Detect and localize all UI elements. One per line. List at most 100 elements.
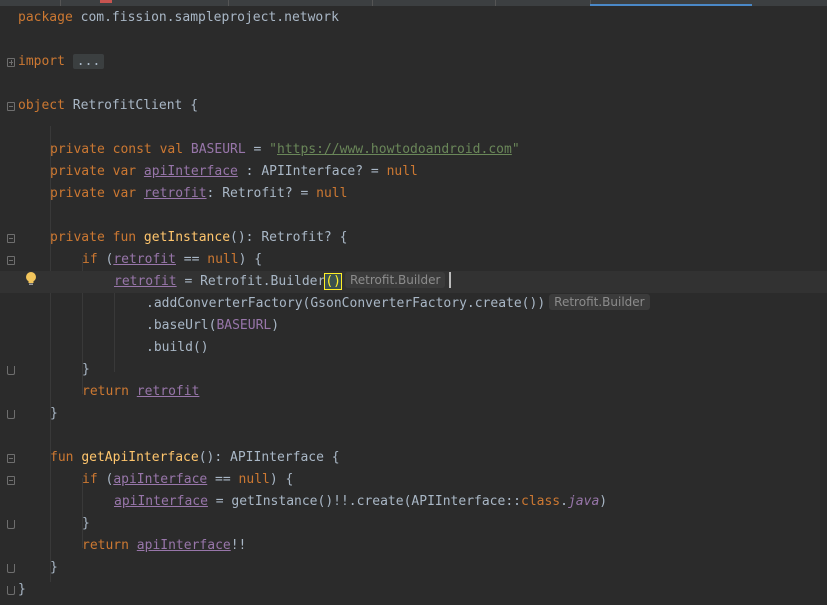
property-name: apiInterface [136, 538, 231, 553]
code-line-add-converter[interactable]: .addConverterFactory(GsonConverterFactor… [146, 293, 650, 315]
code-text: ( [97, 472, 114, 487]
keyword: null [386, 164, 418, 179]
property-name: apiInterface [113, 472, 208, 487]
code-line-close-brace[interactable]: } [18, 579, 26, 601]
code-line-close-brace[interactable]: } [50, 557, 58, 579]
url-link[interactable]: https://www.howtodoandroid.com [277, 142, 512, 157]
property-name: apiInterface [143, 164, 238, 179]
indent-guide [114, 280, 115, 372]
code-line-object[interactable]: object RetrofitClient { [18, 95, 198, 117]
tab-separator [495, 0, 496, 6]
code-text: .baseUrl( [146, 318, 217, 333]
code-text: .build() [146, 340, 209, 355]
code-line-baseurl[interactable]: private const val BASEURL = "https://www… [50, 139, 520, 161]
folded-imports[interactable]: ... [72, 54, 105, 69]
fold-end-icon[interactable] [7, 564, 15, 573]
fold-collapse-icon[interactable] [7, 454, 15, 463]
code-line-if-retrofit[interactable]: if (retrofit == null) { [82, 249, 262, 271]
function-name: getInstance [143, 230, 231, 245]
code-text: (): Retrofit? { [230, 230, 348, 245]
constant-name: BASEURL [216, 318, 272, 333]
code-text: ) [599, 494, 608, 509]
code-line-if-apiinterface[interactable]: if (apiInterface == null) { [82, 469, 293, 491]
fold-expand-icon[interactable] [7, 58, 15, 67]
code-editor[interactable]: package com.fission.sampleproject.networ… [0, 0, 827, 605]
code-line-retrofit-decl[interactable]: private var retrofit: Retrofit? = null [50, 183, 347, 205]
code-text: == [175, 252, 208, 267]
keyword: import [18, 54, 65, 69]
type-hint: Retrofit.Builder [549, 294, 650, 310]
keyword: null [238, 472, 270, 487]
editor-gutter[interactable] [0, 6, 18, 605]
code-text: ) { [269, 472, 294, 487]
keyword: fun [50, 450, 74, 465]
code-line-baseurl-call[interactable]: .baseUrl(BASEURL) [146, 315, 279, 337]
code-line-close-brace[interactable]: } [50, 403, 58, 425]
code-text: ) { [238, 252, 263, 267]
code-text: } [82, 516, 90, 531]
property-name: retrofit [114, 274, 177, 289]
keyword: class [521, 494, 561, 509]
code-line-apiinterface-assign[interactable]: apiInterface = getInstance()!!.create(AP… [114, 491, 607, 513]
keyword: private var [50, 186, 137, 201]
tab-file-icon [100, 0, 112, 3]
matched-parentheses: () [324, 273, 342, 290]
fold-collapse-icon[interactable] [7, 102, 15, 111]
code-text: } [50, 560, 58, 575]
code-text: .addConverterFactory(GsonConverterFactor… [146, 296, 546, 311]
java-property: java [567, 494, 600, 509]
fold-end-icon[interactable] [7, 520, 15, 529]
property-name: apiInterface [114, 494, 208, 509]
string-quote: " [269, 142, 277, 157]
code-text: : Retrofit? = [206, 186, 317, 201]
text-caret [449, 272, 452, 288]
fold-end-icon[interactable] [7, 410, 15, 419]
code-line-close-brace[interactable]: } [82, 513, 90, 535]
editor-tab-strip[interactable] [0, 0, 827, 6]
code-text: ) [271, 318, 280, 333]
code-text: (): APIInterface { [198, 450, 340, 465]
code-text: !! [230, 538, 247, 553]
property-name: retrofit [143, 186, 207, 201]
fold-collapse-icon[interactable] [7, 476, 15, 485]
code-line-package[interactable]: package com.fission.sampleproject.networ… [18, 7, 339, 29]
code-text: = [245, 142, 270, 157]
code-line-close-brace[interactable]: } [82, 359, 90, 381]
type-hint: Retrofit.Builder [345, 272, 446, 288]
string-quote: " [511, 142, 520, 157]
active-tab-indicator [590, 4, 752, 6]
fold-end-icon[interactable] [7, 366, 15, 375]
code-text: : APIInterface? = [237, 164, 387, 179]
code-line-return-retrofit[interactable]: return retrofit [82, 381, 199, 403]
code-text: } [50, 406, 58, 421]
keyword: null [316, 186, 348, 201]
fold-collapse-icon[interactable] [7, 234, 15, 243]
function-name: getApiInterface [81, 450, 199, 465]
code-text: com.fission.sampleproject.network [72, 10, 339, 25]
code-line-import[interactable]: import ... [18, 51, 105, 73]
code-text: } [82, 362, 90, 377]
keyword: null [207, 252, 239, 267]
bulb-icon[interactable] [25, 271, 37, 287]
keyword: package [18, 10, 73, 25]
keyword: private const val [50, 142, 184, 157]
keyword: if [82, 252, 98, 267]
code-line-getapiinterface[interactable]: fun getApiInterface(): APIInterface { [50, 447, 340, 469]
code-line-getinstance[interactable]: private fun getInstance(): Retrofit? { [50, 227, 347, 249]
fold-end-icon[interactable] [7, 586, 15, 595]
property-name: retrofit [113, 252, 176, 267]
code-text: ( [97, 252, 114, 267]
code-line-apiinterface-decl[interactable]: private var apiInterface : APIInterface?… [50, 161, 418, 183]
code-text: RetrofitClient { [64, 98, 199, 113]
tab-separator [228, 0, 229, 6]
fold-collapse-icon[interactable] [7, 256, 15, 265]
keyword: return [82, 538, 129, 553]
tab-separator [60, 0, 61, 6]
keyword: if [82, 472, 98, 487]
code-line-return-apiinterface[interactable]: return apiInterface!! [82, 535, 246, 557]
code-line-retrofit-builder[interactable]: retrofit = Retrofit.Builder() Retrofit.Bu… [114, 271, 452, 293]
constant-name: BASEURL [183, 142, 246, 157]
code-text: . [560, 494, 568, 509]
keyword: object [18, 98, 65, 113]
code-line-build[interactable]: .build() [146, 337, 209, 359]
